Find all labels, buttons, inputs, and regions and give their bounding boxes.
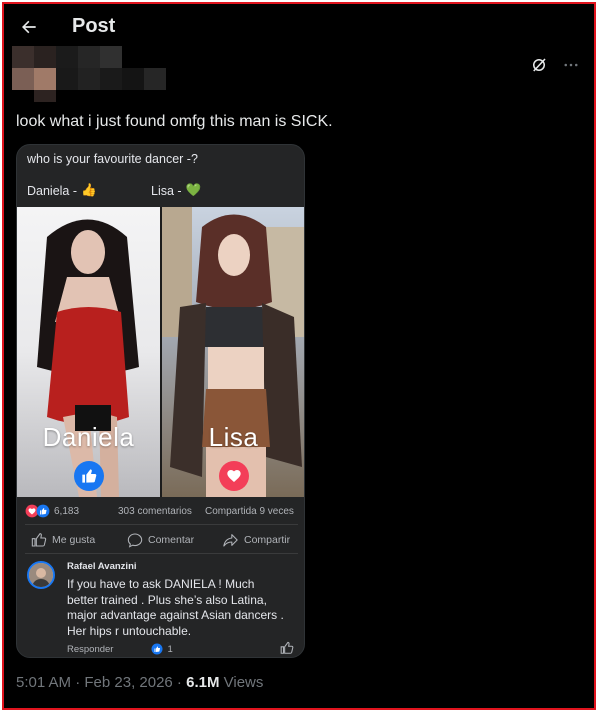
option-daniela: Daniela - 👍 (27, 183, 97, 198)
like-outline-icon (31, 533, 47, 547)
comment-like-count: 1 (167, 643, 173, 655)
card-question: who is your favourite dancer -? (27, 152, 198, 166)
header: Post (4, 4, 594, 48)
option-lisa-label: Lisa - (151, 183, 182, 198)
daniela-photo: Daniela (17, 207, 160, 497)
post-metadata: 5:01 AM · Feb 23, 2026 · 6.1M Views (16, 674, 263, 691)
like-reaction-icon (151, 643, 163, 655)
thumbs-up-emoji-icon: 👍 (81, 183, 97, 197)
comment-text: If you have to ask DANIELA ! Much better… (67, 577, 284, 638)
heart-icon (226, 470, 241, 482)
divider-line (25, 553, 298, 554)
post-actions (530, 56, 580, 74)
like-button[interactable]: Me gusta (31, 532, 95, 548)
lisa-photo: Lisa (162, 207, 304, 497)
comment-bubble-icon (127, 533, 143, 548)
green-heart-emoji-icon: 💚 (185, 183, 202, 197)
share-count[interactable]: Compartida 9 veces (205, 506, 294, 517)
app-frame: Post look what i just found omfg this ma… (2, 2, 596, 710)
share-button[interactable]: Compartir (222, 532, 290, 548)
daniela-figure-icon (37, 219, 139, 497)
grok-icon[interactable] (530, 56, 548, 74)
views-label: Views (219, 674, 264, 691)
page-title: Post (72, 15, 116, 37)
reaction-stats: 6,183 303 comentarios Compartida 9 veces (17, 501, 304, 523)
divider-line (25, 524, 298, 525)
card-action-row: Me gusta Comentar Compartir (17, 529, 304, 551)
back-button[interactable] (12, 10, 46, 44)
comment-footer: Responder 1 (67, 643, 173, 655)
like-label: Me gusta (52, 534, 96, 546)
option-daniela-label: Daniela - (27, 183, 78, 198)
views-count: 6.1M (186, 674, 220, 691)
post-text: look what i just found omfg this man is … (16, 113, 333, 130)
thumbs-up-icon (81, 469, 96, 483)
comment-count[interactable]: 303 comentarios (118, 506, 192, 517)
embedded-image-card[interactable]: who is your favourite dancer -? Daniela … (16, 144, 305, 658)
back-arrow-icon (22, 20, 36, 34)
comment-label: Comentar (148, 534, 195, 546)
thumbs-up-outline-icon (280, 641, 294, 654)
reaction-summary[interactable]: 6,183 (25, 504, 79, 518)
post-timestamp[interactable]: 5:01 AM · Feb 23, 2026 · (16, 674, 186, 691)
daniela-name-label: Daniela (42, 422, 135, 452)
comment-like-button[interactable] (280, 641, 294, 657)
commenter-avatar[interactable] (27, 561, 55, 589)
like-reaction-icon (36, 504, 50, 518)
reaction-count: 6,183 (54, 505, 80, 517)
share-label: Compartir (244, 534, 291, 546)
like-reaction-button[interactable] (73, 461, 104, 491)
option-lisa: Lisa - 💚 (151, 183, 201, 198)
reply-link[interactable]: Responder (67, 644, 113, 655)
commenter-face-icon (29, 563, 53, 587)
more-options-icon[interactable] (562, 56, 580, 74)
comment-button[interactable]: Comentar (127, 532, 194, 548)
lisa-figure-icon (162, 207, 304, 497)
commenter-name[interactable]: Rafael Avanzini (67, 561, 137, 572)
love-reaction-button[interactable] (218, 461, 249, 491)
author-avatar-redacted[interactable] (12, 46, 166, 104)
share-arrow-icon (223, 534, 238, 547)
lisa-name-label: Lisa (208, 422, 259, 452)
